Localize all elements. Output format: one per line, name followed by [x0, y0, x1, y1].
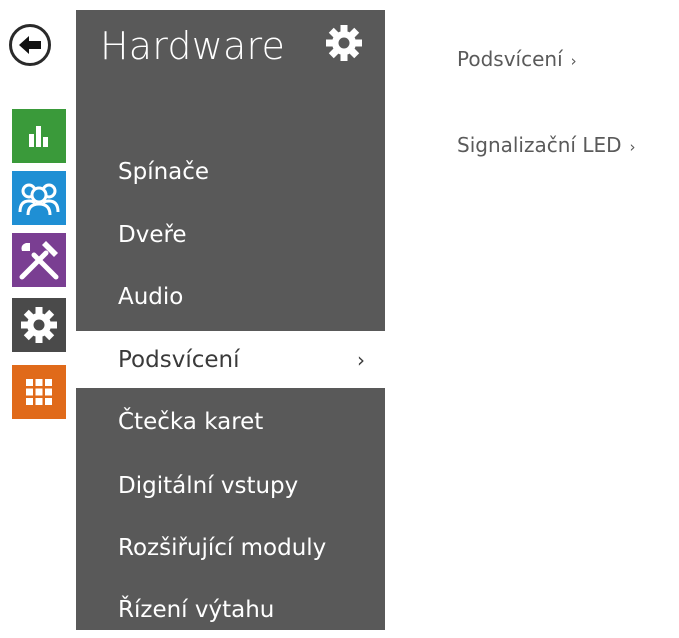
submenu-item-label: Digitální vstupy [118, 472, 299, 499]
submenu-item-spinace[interactable]: Spínače [76, 143, 385, 200]
grid-icon [26, 379, 52, 405]
content-link-label: Podsvícení [457, 47, 563, 71]
rail-system-button[interactable] [12, 298, 66, 352]
submenu-item-label: Audio [118, 283, 184, 310]
chevron-right-icon: › [357, 347, 365, 372]
submenu-panel: Hardware Spínače Dveře Audio Podsvícení … [76, 10, 387, 630]
content-link-label: Signalizační LED [457, 133, 622, 157]
chevron-right-icon: › [629, 138, 636, 156]
rail-hardware-button[interactable] [12, 233, 66, 287]
bar-chart-icon [29, 126, 48, 147]
gear-icon [326, 25, 362, 61]
submenu-item-label: Spínače [118, 158, 210, 185]
submenu-item-dvere[interactable]: Dveře [76, 206, 385, 263]
submenu-item-label: Dveře [118, 221, 187, 248]
rail-status-button[interactable] [12, 109, 66, 163]
submenu-title: Hardware [100, 24, 286, 68]
rail-services-button[interactable] [12, 365, 66, 419]
tools-icon [19, 241, 59, 280]
submenu-item-audio[interactable]: Audio [76, 268, 385, 325]
submenu-item-rozsirujici-moduly[interactable]: Rozšiřující moduly [76, 519, 385, 576]
content-link-signalizacni-led[interactable]: Signalizační LED › [457, 133, 636, 157]
chevron-right-icon: › [570, 52, 577, 70]
rail-directory-button[interactable] [12, 171, 66, 225]
back-button[interactable] [9, 24, 51, 66]
submenu-item-label: Podsvícení [118, 346, 240, 373]
submenu-item-ctecka-karet[interactable]: Čtečka karet [76, 393, 385, 450]
submenu-item-rizeni-vytahu[interactable]: Řízení výtahu [76, 581, 385, 638]
content-link-podsviceni[interactable]: Podsvícení › [457, 47, 577, 71]
arrow-left-icon [19, 36, 41, 54]
submenu-item-digitalni-vstupy[interactable]: Digitální vstupy [76, 457, 385, 514]
users-icon [18, 183, 60, 216]
submenu-item-label: Čtečka karet [118, 408, 264, 435]
submenu-item-podsviceni[interactable]: Podsvícení › [76, 331, 387, 388]
gear-icon [21, 307, 57, 343]
submenu-item-label: Řízení výtahu [118, 596, 275, 623]
submenu-item-label: Rozšiřující moduly [118, 534, 327, 561]
